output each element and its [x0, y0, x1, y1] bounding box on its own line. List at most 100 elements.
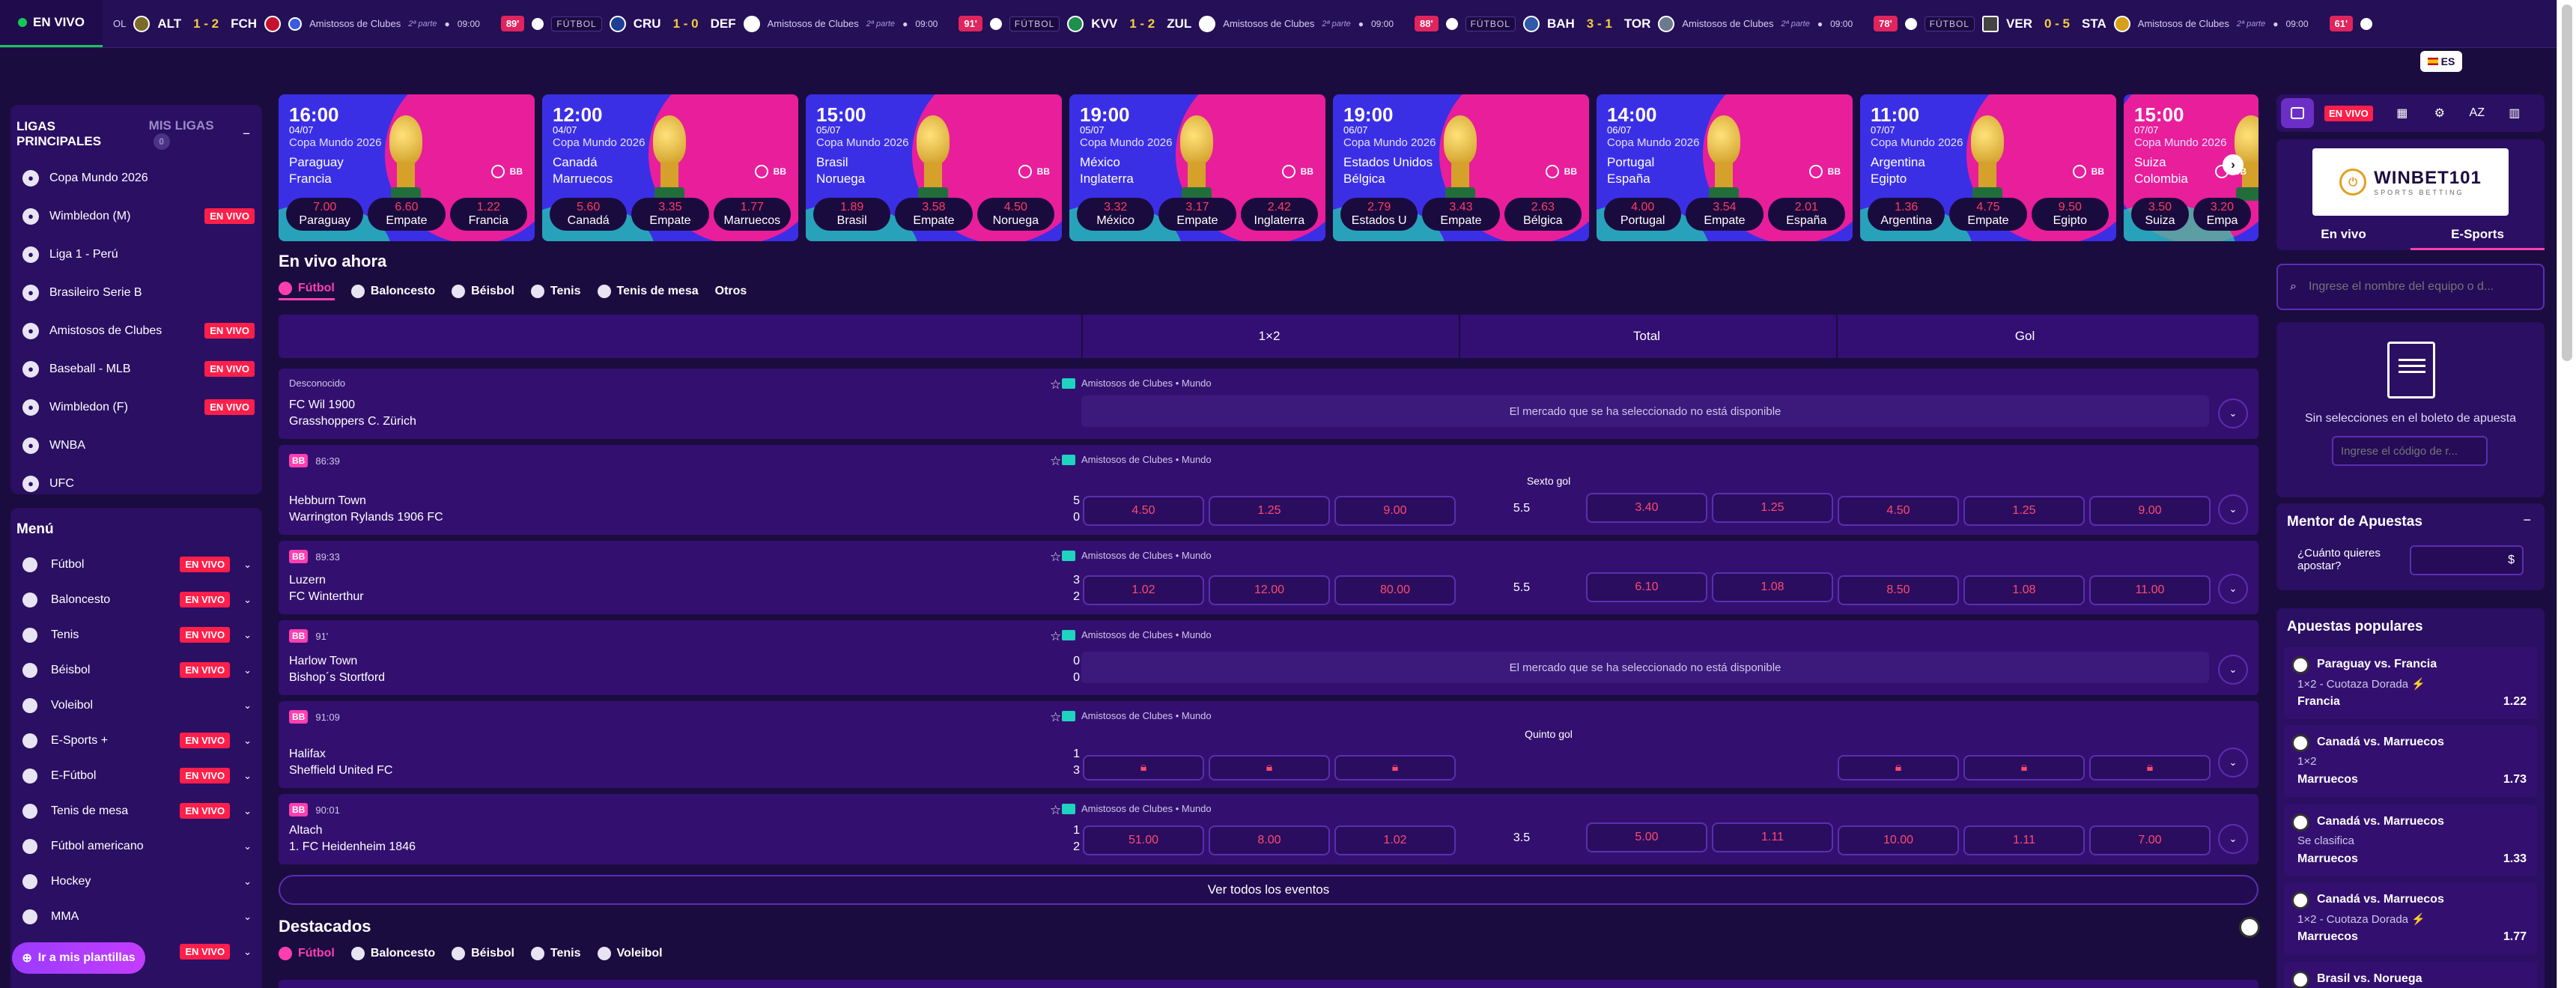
chevron-down-icon[interactable]: ⌄	[2218, 574, 2248, 604]
stats-icon[interactable]: ▥	[2496, 94, 2533, 132]
tab-futbol[interactable]: Fútbol	[279, 947, 335, 960]
odd-button[interactable]: 80.00	[1334, 575, 1456, 605]
menu-item-beisbol[interactable]: Béisbol EN VIVO ⌄	[10, 652, 262, 688]
odd-button[interactable]: 5.00	[1586, 822, 1707, 852]
league-item[interactable]: ● Wimbledon (M) EN VIVO	[10, 197, 262, 235]
favorite-star-icon[interactable]: ☆	[1050, 454, 1061, 469]
league-item[interactable]: ● Brasileiro Serie B	[10, 273, 262, 312]
chevron-down-icon[interactable]: ⌄	[243, 559, 252, 571]
chevron-right-icon[interactable]: ›	[2223, 154, 2244, 175]
odd-button[interactable]: 1.08	[1712, 572, 1833, 602]
my-leagues-tab[interactable]: MIS LIGAS0	[149, 118, 229, 150]
live-event-row[interactable]: BB 90:01 ☆ Amistosos de Clubes • Mundo Al…	[279, 794, 2258, 864]
menu-item-futbol-americano[interactable]: Fútbol americano ⌄	[10, 828, 262, 864]
collapse-icon[interactable]: −	[243, 127, 250, 142]
odd-button[interactable]: 3.32 México	[1077, 198, 1155, 231]
match-banner[interactable]: 19:00 06/07 Copa Mundo 2026 Estados Unid…	[1333, 94, 1589, 241]
odd-button[interactable]: 3.40	[1586, 493, 1707, 523]
odd-button[interactable]: 1.25	[1963, 496, 2085, 526]
odd-button[interactable]: 1.25	[1209, 496, 1330, 526]
ticker-item[interactable]: 88' FÚTBOL BAH 3 - 1 TOR Amistosos de Cl…	[1404, 0, 1863, 47]
odd-button[interactable]: 3.35 Empate	[631, 198, 709, 231]
popular-odd[interactable]: 1.77	[2503, 930, 2527, 944]
odd-button[interactable]: 6.10	[1586, 572, 1707, 602]
scrollbar-thumb[interactable]	[2562, 4, 2572, 361]
odd-button[interactable]: 6.60 Empate	[368, 198, 446, 231]
match-banner[interactable]: 11:00 07/07 Copa Mundo 2026 Argentina Eg…	[1860, 94, 2116, 241]
favorite-star-icon[interactable]: ☆	[1050, 710, 1061, 725]
live-event-row[interactable]: BB 91' ☆ Amistosos de Clubes • Mundo Harl…	[279, 620, 2258, 695]
chevron-down-icon[interactable]: ⌄	[243, 840, 252, 852]
chevron-down-icon[interactable]: ⌄	[243, 805, 252, 817]
language-selector[interactable]: ES	[2420, 51, 2462, 72]
ticker-item[interactable]: 89' FÚTBOL CRU 1 - 0 DEF Amistosos de Cl…	[490, 0, 949, 47]
chevron-down-icon[interactable]: ⌄	[243, 735, 252, 747]
odd-button[interactable]: 4.75 Empate	[1949, 198, 2027, 231]
chevron-down-icon[interactable]: ⌄	[243, 911, 252, 923]
odd-button[interactable]: 2.01 España	[1767, 198, 1845, 231]
popular-odd[interactable]: 1.22	[2503, 695, 2527, 709]
ticker-item[interactable]: 61'	[2319, 0, 2384, 47]
odd-button[interactable]: 1.77 Marruecos	[713, 198, 791, 231]
live-event-row[interactable]: BB 91:09 ☆ Amistosos de Clubes • Mundo Ha…	[279, 701, 2258, 788]
league-item[interactable]: ● Wimbledon (F) EN VIVO	[10, 388, 262, 426]
favorite-star-icon[interactable]: ☆	[1050, 378, 1061, 393]
favorite-star-icon[interactable]: ☆	[1050, 803, 1061, 818]
odd-button[interactable]: 51.00	[1083, 825, 1204, 855]
odd-button[interactable]: 1.22 Francia	[449, 198, 527, 231]
odd-button[interactable]: 4.00 Portugal	[1604, 198, 1682, 231]
popular-bet-item[interactable]: Brasil vs. Noruega	[2284, 962, 2537, 988]
chevron-down-icon[interactable]: ⌄	[243, 664, 252, 676]
odd-button[interactable]: 4.50	[1838, 496, 1959, 526]
odd-button[interactable]: 1.02	[1083, 575, 1204, 605]
odd-button[interactable]: 1.08	[1963, 575, 2085, 605]
league-item[interactable]: ● UFC	[10, 464, 262, 503]
chevron-down-icon[interactable]: ⌄	[243, 594, 252, 606]
odd-button[interactable]: 2.63 Bélgica	[1504, 198, 1582, 231]
ticker-live-tab[interactable]: EN VIVO	[0, 0, 103, 47]
odd-button[interactable]: 9.00	[2089, 496, 2211, 526]
tab-beisbol[interactable]: Béisbol	[452, 947, 514, 960]
menu-item-esports[interactable]: E-Sports + EN VIVO ⌄	[10, 723, 262, 758]
chevron-down-icon[interactable]: ⌄	[243, 700, 252, 712]
templates-button[interactable]: ⊕ Ir a mis plantillas	[12, 942, 145, 974]
odd-button[interactable]: 1.11	[1963, 825, 2085, 855]
odd-button[interactable]: 9.00	[1334, 496, 1456, 526]
odd-button[interactable]: 10.00	[1838, 825, 1959, 855]
ticker-item[interactable]: 91' FÚTBOL KVV 1 - 2 ZUL Amistosos de Cl…	[948, 0, 1404, 47]
live-event-row[interactable]: BB 89:33 ☆ Amistosos de Clubes • Mundo Lu…	[279, 541, 2258, 614]
ticker-item[interactable]: 78' FÚTBOL VER 0 - 5 STA Amistosos de Cl…	[1863, 0, 2318, 47]
menu-item-futbol[interactable]: Fútbol EN VIVO ⌄	[10, 547, 262, 582]
live-event-row[interactable]: Desconocido ☆ Amistosos de Clubes • Mund…	[279, 369, 2258, 439]
odd-button[interactable]: 1.25	[1712, 493, 1833, 523]
popular-bet-item[interactable]: Canadá vs. Marruecos 1×2 - Cuotaza Dorad…	[2284, 882, 2537, 954]
menu-item-baloncesto[interactable]: Baloncesto EN VIVO ⌄	[10, 582, 262, 617]
match-banner[interactable]: 19:00 05/07 Copa Mundo 2026 México Ingla…	[1069, 94, 1325, 241]
tab-baloncesto[interactable]: Baloncesto	[350, 947, 435, 960]
tab-otros[interactable]: Otros	[715, 282, 747, 300]
odd-button[interactable]: 4.50	[1083, 496, 1204, 526]
main-leagues-tab[interactable]: LIGAS PRINCIPALES	[16, 119, 136, 149]
tab-baloncesto[interactable]: Baloncesto	[350, 282, 435, 300]
odd-button[interactable]: 11.00	[2089, 575, 2211, 605]
collapse-icon[interactable]: −	[2523, 512, 2531, 528]
view-all-events-button[interactable]: Ver todos los eventos	[279, 875, 2258, 905]
home-button[interactable]	[2281, 98, 2314, 128]
league-item[interactable]: ● Amistosos de Clubes EN VIVO	[10, 312, 262, 350]
calendar-icon[interactable]: ▦	[2384, 94, 2421, 132]
odd-button[interactable]: 2.79 Estados U	[1340, 198, 1418, 231]
odd-button[interactable]: 1.89 Brasil	[813, 198, 891, 231]
menu-item-tenis[interactable]: Tenis EN VIVO ⌄	[10, 617, 262, 652]
odd-button[interactable]: 1.11	[1712, 822, 1833, 852]
tab-tenis-de-mesa[interactable]: Tenis de mesa	[597, 282, 699, 300]
chevron-down-icon[interactable]: ⌄	[2218, 824, 2248, 854]
menu-item-tenis-de-mesa[interactable]: Tenis de mesa EN VIVO ⌄	[10, 793, 262, 828]
tab-beisbol[interactable]: Béisbol	[452, 282, 514, 300]
league-item[interactable]: ● Baseball - MLB EN VIVO	[10, 350, 262, 388]
match-banner[interactable]: 14:00 06/07 Copa Mundo 2026 Portugal Esp…	[1597, 94, 1853, 241]
chevron-down-icon[interactable]: ⌄	[243, 946, 252, 958]
menu-item-efutbol[interactable]: E-Fútbol EN VIVO ⌄	[10, 758, 262, 793]
popular-odd[interactable]: 1.33	[2503, 852, 2527, 866]
menu-item-hockey[interactable]: Hockey ⌄	[10, 864, 262, 899]
match-banner[interactable]: 12:00 04/07 Copa Mundo 2026 Canadá Marru…	[542, 94, 798, 241]
